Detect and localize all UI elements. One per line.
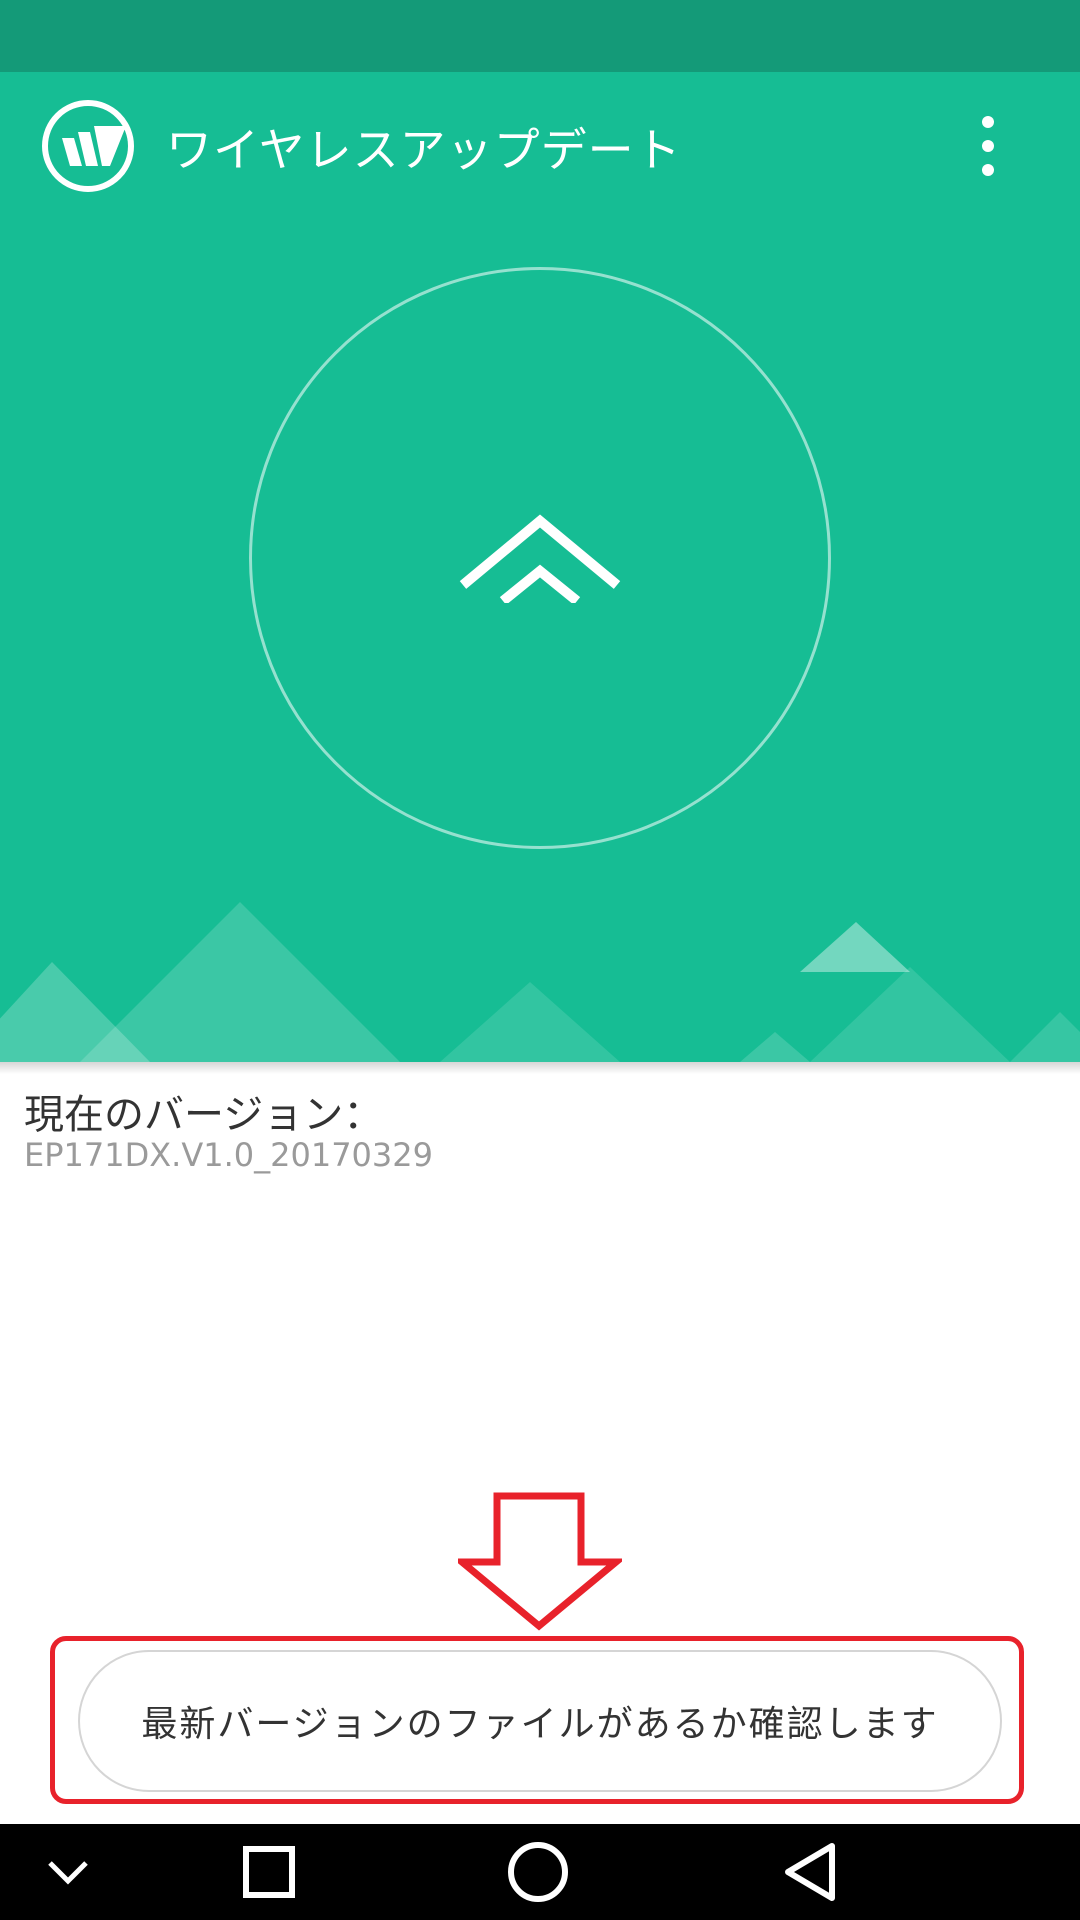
square-recents-icon [243,1846,295,1898]
check-for-update-label: 最新バージョンのファイルがあるか確認します [141,1704,939,1745]
mountain-decoration [0,902,1080,1062]
update-circle-button[interactable] [249,267,831,849]
status-bar [0,0,1080,72]
nav-back-button[interactable] [778,1840,842,1904]
app-title: ワイヤレスアップデート [166,123,682,177]
more-vertical-icon-dot [982,164,994,176]
down-arrow-outline-icon [458,1492,622,1631]
navigation-bar [0,1824,1080,1920]
current-version-value: EP171DX.V1.0_20170329 [24,1136,433,1174]
check-for-update-button[interactable]: 最新バージョンのファイルがあるか確認します [78,1650,1002,1792]
double-chevron-up-icon [459,514,621,603]
nav-hide-button[interactable] [36,1840,100,1904]
nav-home-button[interactable] [506,1840,570,1904]
current-version-label: 現在のバージョン： [24,1092,384,1138]
more-options-button[interactable] [964,116,1012,176]
more-vertical-icon-dot [982,140,994,152]
circle-home-icon [508,1842,568,1902]
wireless-update-logo-icon [42,100,134,192]
more-vertical-icon [982,116,994,128]
hero-shadow [0,1062,1080,1074]
nav-recents-button[interactable] [237,1840,301,1904]
hero-panel: ワイヤレスアップデート [0,72,1080,1062]
triangle-back-icon [785,1843,835,1901]
chevron-down-icon [48,1861,88,1885]
